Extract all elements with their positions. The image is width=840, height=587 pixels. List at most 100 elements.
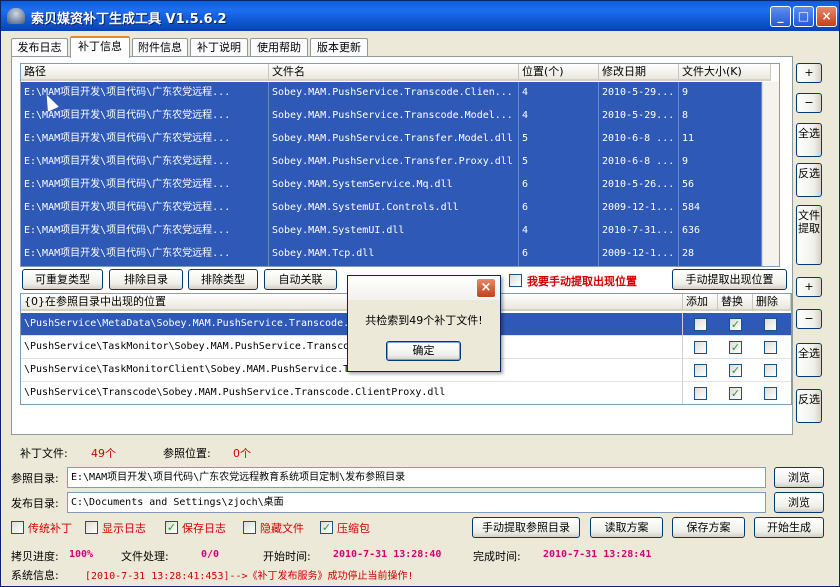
add-checkbox[interactable]	[694, 387, 707, 400]
table-cell: 2010-5-29...	[599, 105, 679, 128]
replace-checkbox[interactable]: ✓	[729, 318, 742, 331]
pub-dir-input[interactable]: C:\Documents and Settings\zjoch\桌面	[67, 492, 766, 513]
table-cell: E:\MAM项目开发\项目代码\广东农党远程...	[21, 197, 269, 220]
table-cell: E:\MAM项目开发\项目代码\广东农党远程...	[21, 151, 269, 174]
table-row[interactable]: E:\MAM项目开发\项目代码\广东农党远程... Sobey.MAM.PushS…	[21, 128, 779, 151]
table-cell: E:\MAM项目开发\项目代码\广东农党远程...	[21, 243, 269, 266]
add-checkbox[interactable]	[694, 318, 707, 331]
message-dialog: × 共检索到49个补丁文件! 确定	[347, 275, 501, 372]
patch-files-count: 49个	[91, 447, 116, 460]
table-cell: 2010-5-26...	[599, 174, 679, 197]
column-header-add[interactable]: 添加	[683, 294, 718, 311]
column-header-position[interactable]: 位置(个)	[519, 64, 599, 81]
option-checkbox[interactable]	[85, 521, 98, 534]
app-icon	[7, 8, 25, 24]
manual-ref-dir-button[interactable]: 手动提取参照目录	[472, 517, 580, 538]
table-row[interactable]: E:\MAM项目开发\项目代码\广东农党远程... Sobey.MAM.Syste…	[21, 174, 779, 197]
table-row[interactable]: E:\MAM项目开发\项目代码\广东农党远程... Sobey.MAM.PushS…	[21, 105, 779, 128]
column-header-delete[interactable]: 删除	[753, 294, 791, 311]
file-process-value: 0/0	[201, 549, 220, 560]
extract-files-button[interactable]: 文件提取	[796, 205, 822, 265]
add-checkbox[interactable]	[694, 341, 707, 354]
remove-position-button[interactable]: −	[796, 309, 822, 329]
start-time-label: 开始时间:	[263, 550, 311, 563]
replace-checkbox[interactable]: ✓	[729, 364, 742, 377]
column-header-size[interactable]: 文件大小(K)	[679, 64, 771, 81]
close-button[interactable]: ×	[816, 6, 837, 27]
tab-help[interactable]: 使用帮助	[250, 38, 308, 57]
manual-extract-position-button[interactable]: 手动提取出现位置	[672, 269, 787, 290]
tab-patch-notes[interactable]: 补丁说明	[190, 38, 248, 57]
select-all-files-button[interactable]: 全选	[796, 123, 822, 157]
repeatable-type-button[interactable]: 可重复类型	[22, 269, 103, 290]
title-bar[interactable]: 索贝媒资补丁生成工具 V1.5.6.2 _ □ ×	[1, 1, 839, 31]
table-cell: Sobey.MAM.SystemUI.Controls.dll	[269, 197, 519, 220]
tab-attachment-info[interactable]: 附件信息	[132, 38, 188, 57]
option-checkbox[interactable]	[11, 521, 24, 534]
ref-dir-input[interactable]: E:\MAM项目开发\项目代码\广东农党远程教育系统项目定制\发布参照目录	[67, 467, 766, 488]
add-file-button[interactable]: +	[796, 63, 822, 83]
remove-file-button[interactable]: −	[796, 93, 822, 113]
table-row[interactable]: \PushService\Transcode\Sobey.MAM.PushSer…	[21, 382, 791, 404]
table-cell: 6	[519, 243, 599, 266]
table-row[interactable]: E:\MAM项目开发\项目代码\广东农党远程... Sobey.MAM.PushS…	[21, 151, 779, 174]
table-cell: 636	[679, 220, 762, 243]
exclude-dir-button[interactable]: 排除目录	[109, 269, 183, 290]
auto-link-button[interactable]: 自动关联	[264, 269, 337, 290]
file-process-label: 文件处理:	[121, 550, 169, 563]
save-scheme-button[interactable]: 保存方案	[672, 517, 745, 538]
table-cell: 4	[519, 105, 599, 128]
table-cell: Sobey.MAM.PushService.Transcode.Model...	[269, 105, 519, 128]
invert-files-button[interactable]: 反选	[796, 163, 822, 197]
table-cell: 6	[519, 174, 599, 197]
maximize-button[interactable]: □	[793, 6, 814, 27]
minimize-button[interactable]: _	[770, 6, 791, 27]
table-cell: 584	[679, 197, 762, 220]
option-checkbox[interactable]: ✓	[320, 521, 333, 534]
replace-checkbox[interactable]: ✓	[729, 387, 742, 400]
option-checkbox[interactable]: ✓	[165, 521, 178, 534]
table-cell: E:\MAM项目开发\项目代码\广东农党远程...	[21, 128, 269, 151]
option-checkbox[interactable]	[243, 521, 256, 534]
dialog-close-icon[interactable]: ×	[476, 278, 496, 298]
table-cell: 2009-12-1...	[599, 197, 679, 220]
tab-version-update[interactable]: 版本更新	[310, 38, 368, 57]
option-label: 传统补丁	[28, 522, 72, 535]
invert-positions-button[interactable]: 反选	[796, 389, 822, 423]
table-row[interactable]: E:\MAM项目开发\项目代码\广东农党远程... Sobey.MAM.Syste…	[21, 197, 779, 220]
delete-checkbox[interactable]	[764, 387, 777, 400]
files-grid-scrollbar[interactable]	[762, 82, 779, 266]
replace-checkbox[interactable]: ✓	[729, 341, 742, 354]
table-cell: 6	[519, 197, 599, 220]
select-all-positions-button[interactable]: 全选	[796, 343, 822, 377]
column-header-filename[interactable]: 文件名	[269, 64, 519, 81]
delete-checkbox[interactable]	[764, 318, 777, 331]
ref-dir-browse-button[interactable]: 浏览	[774, 467, 824, 488]
add-checkbox[interactable]	[694, 364, 707, 377]
files-grid[interactable]: 路径 文件名 位置(个) 修改日期 文件大小(K) E:\MAM项目开发\项目代…	[20, 63, 780, 267]
table-cell: 9	[679, 82, 762, 105]
table-cell: 2010-7-31...	[599, 220, 679, 243]
table-cell: 9	[679, 151, 762, 174]
delete-checkbox[interactable]	[764, 341, 777, 354]
add-position-button[interactable]: +	[796, 277, 822, 297]
tab-patch-info[interactable]: 补丁信息	[70, 36, 130, 58]
manual-extract-checkbox[interactable]	[509, 274, 522, 287]
table-row[interactable]: E:\MAM项目开发\项目代码\广东农党远程... Sobey.MAM.PushS…	[21, 82, 779, 105]
dialog-ok-button[interactable]: 确定	[386, 341, 461, 361]
dialog-title-bar[interactable]: ×	[348, 276, 500, 300]
copy-progress-value: 100%	[69, 549, 94, 560]
pub-dir-browse-button[interactable]: 浏览	[774, 492, 824, 513]
table-cell: E:\MAM项目开发\项目代码\广东农党远程...	[21, 105, 269, 128]
table-cell: 2010-5-29...	[599, 82, 679, 105]
read-scheme-button[interactable]: 读取方案	[590, 517, 663, 538]
exclude-type-button[interactable]: 排除类型	[188, 269, 258, 290]
column-header-replace[interactable]: 替换	[718, 294, 753, 311]
column-header-modified[interactable]: 修改日期	[599, 64, 679, 81]
start-generate-button[interactable]: 开始生成	[754, 517, 824, 538]
column-header-path[interactable]: 路径	[21, 64, 269, 81]
table-row[interactable]: E:\MAM项目开发\项目代码\广东农党远程... Sobey.MAM.Syste…	[21, 220, 779, 243]
table-row[interactable]: E:\MAM项目开发\项目代码\广东农党远程... Sobey.MAM.Tcp.d…	[21, 243, 779, 266]
tab-publish-log[interactable]: 发布日志	[11, 38, 68, 57]
delete-checkbox[interactable]	[764, 364, 777, 377]
